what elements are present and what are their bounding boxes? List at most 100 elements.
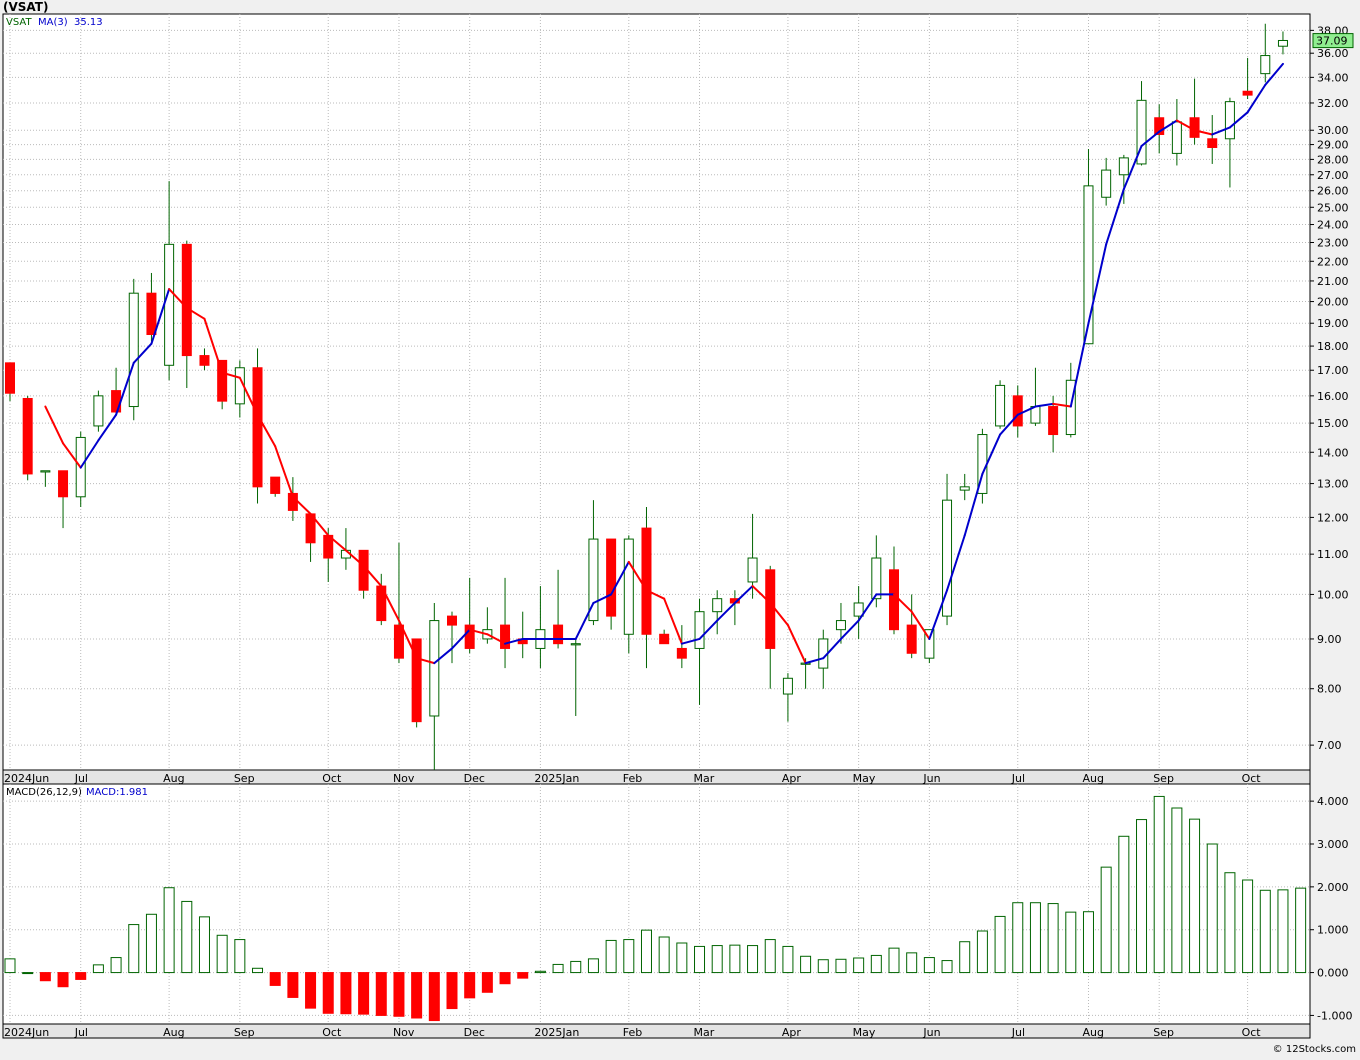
legend-symbol: VSAT bbox=[6, 17, 32, 28]
candle-body bbox=[1224, 101, 1235, 140]
macd-bar bbox=[269, 972, 281, 986]
price-tick-label: 34.00 bbox=[1317, 71, 1349, 84]
macd-bar bbox=[446, 972, 458, 1010]
x-tick-label-bottom: Apr bbox=[782, 1026, 802, 1039]
macd-bar bbox=[888, 947, 900, 974]
macd-bar bbox=[552, 963, 564, 974]
macd-bar bbox=[1029, 902, 1041, 974]
candle-body bbox=[782, 677, 793, 695]
macd-bar bbox=[428, 972, 440, 1022]
legend-ma-value: 35.13 bbox=[74, 17, 103, 28]
x-tick-label-bottom: Dec bbox=[464, 1026, 485, 1039]
macd-bar bbox=[216, 934, 228, 974]
macd-bar bbox=[499, 972, 511, 985]
macd-bar bbox=[39, 972, 51, 982]
candle-body bbox=[553, 624, 564, 645]
x-tick-label-top: Jul bbox=[1011, 772, 1025, 785]
price-tick-label: 8.00 bbox=[1317, 683, 1342, 696]
macd-bar bbox=[92, 964, 104, 974]
chart-title: (VSAT) bbox=[3, 0, 48, 14]
price-tick-label: 14.00 bbox=[1317, 446, 1349, 459]
candle-up bbox=[128, 278, 139, 421]
macd-bar bbox=[534, 970, 546, 974]
macd-bar bbox=[835, 958, 847, 974]
x-tick-label-top: Apr bbox=[782, 772, 802, 785]
macd-bar bbox=[1171, 807, 1183, 974]
price-tick-label: 27.00 bbox=[1317, 169, 1349, 182]
x-tick-label-top: Sep bbox=[1153, 772, 1174, 785]
candle-body bbox=[128, 292, 139, 408]
x-tick-label-bottom: Sep bbox=[234, 1026, 255, 1039]
x-tick-label-top: Aug bbox=[1082, 772, 1103, 785]
macd-bar bbox=[1153, 795, 1165, 974]
x-tick-label-bottom: Mar bbox=[694, 1026, 715, 1039]
x-tick-label-top: Feb bbox=[623, 772, 642, 785]
macd-bar bbox=[322, 972, 334, 1014]
macd-bar bbox=[181, 900, 193, 974]
macd-tick-label: 3.000 bbox=[1317, 838, 1349, 851]
candle-body bbox=[1242, 90, 1253, 96]
candle-body bbox=[835, 620, 846, 631]
macd-bar bbox=[959, 941, 971, 974]
candle-body bbox=[199, 355, 210, 366]
x-tick-label-top: Nov bbox=[393, 772, 415, 785]
macd-bar bbox=[587, 958, 599, 974]
candle-body bbox=[1048, 406, 1059, 436]
macd-legend-value: MACD:1.981 bbox=[86, 787, 148, 798]
candle-body bbox=[429, 620, 440, 717]
candle-body bbox=[464, 624, 475, 649]
macd-bar bbox=[729, 944, 741, 974]
macd-bar bbox=[340, 972, 352, 1015]
x-axis-band-top bbox=[2, 769, 1311, 785]
macd-bar bbox=[623, 939, 635, 974]
macd-bar bbox=[1100, 866, 1112, 974]
price-tick-label: 25.00 bbox=[1317, 201, 1349, 214]
macd-bar bbox=[128, 924, 140, 974]
macd-bar bbox=[517, 972, 529, 979]
candle-body bbox=[1012, 395, 1023, 427]
macd-bar bbox=[994, 915, 1006, 974]
x-tick-label-bottom: Jun bbox=[922, 1026, 940, 1039]
candle-body bbox=[1260, 55, 1271, 75]
x-tick-label-bottom: May bbox=[853, 1026, 876, 1039]
candle-body bbox=[676, 647, 687, 659]
last-price-label: 37.09 bbox=[1316, 35, 1348, 48]
x-tick-label-top: Aug bbox=[163, 772, 184, 785]
candle-body bbox=[765, 569, 776, 649]
candle-down bbox=[606, 538, 617, 630]
price-tick-label: 22.00 bbox=[1317, 255, 1349, 268]
x-tick-label-bottom: Nov bbox=[393, 1026, 415, 1039]
price-tick-label: 24.00 bbox=[1317, 219, 1349, 232]
macd-bar bbox=[941, 960, 953, 974]
price-tick-label: 17.00 bbox=[1317, 364, 1349, 377]
candle-up bbox=[995, 380, 1006, 429]
x-tick-label-top: 2025Jan bbox=[534, 772, 579, 785]
macd-bar bbox=[234, 939, 246, 974]
x-tick-label-bottom: 2025Jan bbox=[534, 1026, 579, 1039]
price-tick-label: 19.00 bbox=[1317, 317, 1349, 330]
macd-bar bbox=[764, 939, 776, 974]
candle-body bbox=[623, 538, 634, 635]
price-tick-label: 7.00 bbox=[1317, 739, 1342, 752]
macd-legend-params: MACD(26,12,9) bbox=[6, 787, 82, 798]
macd-bar bbox=[658, 936, 670, 974]
macd-bar bbox=[198, 916, 210, 974]
price-tick-label: 36.00 bbox=[1317, 47, 1349, 60]
x-tick-label-top: Oct bbox=[322, 772, 342, 785]
macd-tick-label: -1.000 bbox=[1317, 1009, 1352, 1022]
x-tick-label-bottom: Jul bbox=[1011, 1026, 1025, 1039]
price-tick-label: 29.00 bbox=[1317, 139, 1349, 152]
candle-body bbox=[1101, 169, 1112, 198]
macd-bar bbox=[252, 967, 264, 974]
macd-bar bbox=[1224, 872, 1236, 974]
credit-text: © 12Stocks.com bbox=[1273, 1044, 1356, 1055]
price-tick-label: 30.00 bbox=[1317, 124, 1349, 137]
macd-bar bbox=[110, 957, 122, 974]
candle-body bbox=[641, 527, 652, 635]
legend-ma-label: MA(3) bbox=[38, 17, 68, 28]
price-tick-label: 21.00 bbox=[1317, 275, 1349, 288]
macd-bar bbox=[75, 972, 87, 980]
price-tick-label: 16.00 bbox=[1317, 390, 1349, 403]
price-tick-label: 15.00 bbox=[1317, 417, 1349, 430]
x-tick-label-top: Jun bbox=[922, 772, 940, 785]
